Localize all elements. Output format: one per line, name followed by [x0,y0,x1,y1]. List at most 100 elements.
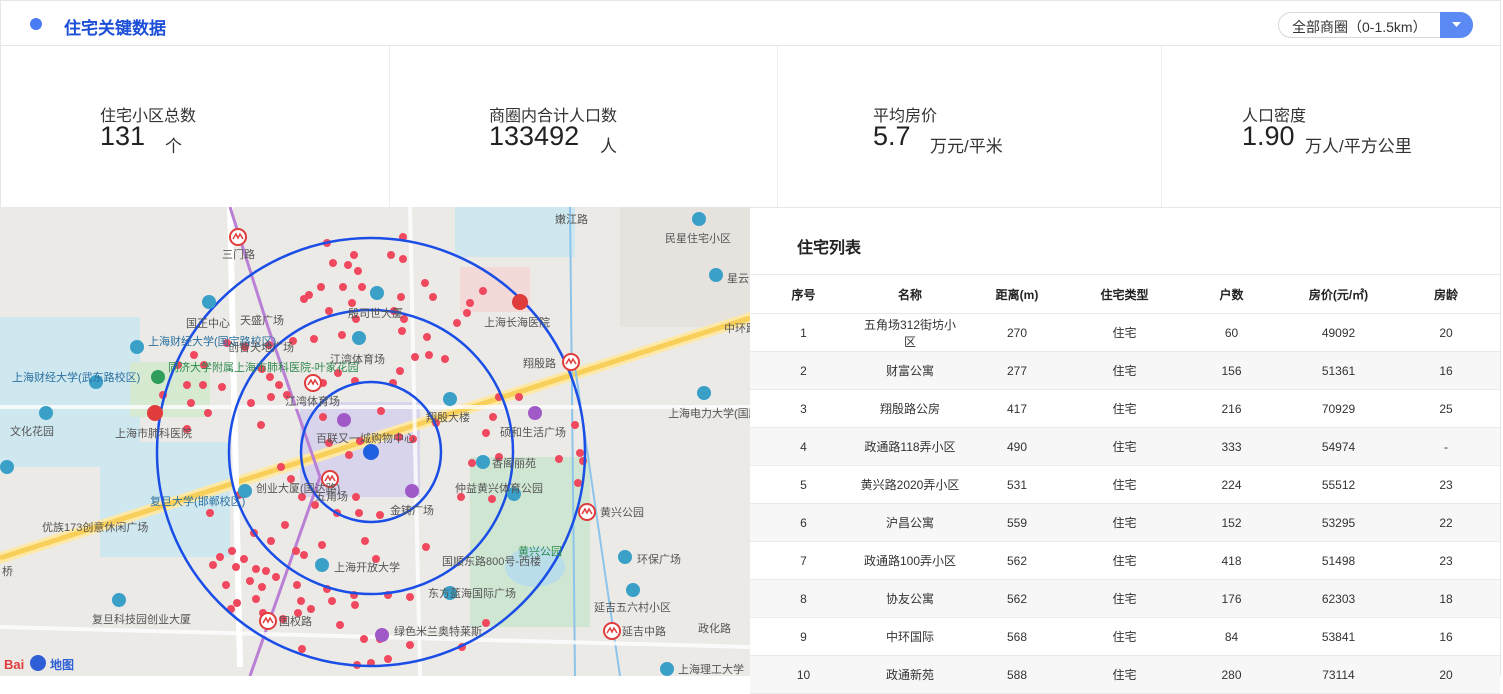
map-label: 香阁丽苑 [492,456,536,470]
housing-list-title: 住宅列表 [797,240,862,257]
cell-age: 16 [1392,617,1500,656]
building-icon [202,295,216,309]
cell-distance: 562 [963,541,1071,580]
table-row[interactable]: 1 五角场312街坊小区 270 住宅 60 49092 20 [750,313,1500,352]
map-label: 上海市肺科医院 [115,426,192,440]
dropdown-toggle-button[interactable] [1440,12,1473,38]
column-header-distance[interactable]: 距离(m) [963,274,1071,314]
cell-name: 财富公寓 [857,351,963,390]
stat-unit: 万人/平方公里 [1305,137,1412,156]
cell-index: 5 [750,465,857,504]
cell-index: 4 [750,427,857,466]
cell-households: 84 [1178,617,1285,656]
table-row[interactable]: 4 政通路118弄小区 490 住宅 333 54974 - [750,427,1500,466]
table-row[interactable]: 2 财富公寓 277 住宅 156 51361 16 [750,351,1500,390]
column-header-name[interactable]: 名称 [857,274,963,314]
cell-index: 9 [750,617,857,656]
map-label: 上海电力大学(国顺东路校区) [668,406,750,420]
map-label: 优族173创意休闲广场 [42,520,148,534]
table-header-row: 序号 名称 距离(m) 住宅类型 户数 房价(元/㎡) 房龄 [750,274,1500,314]
stat-unit: 万元/平米 [930,137,1003,156]
map-label: 延吉中路 [622,625,666,638]
education-icon [315,558,329,572]
table-row[interactable]: 10 政通新苑 588 住宅 280 73114 20 [750,655,1500,694]
cell-age: - [1392,427,1500,466]
building-icon [0,460,14,474]
cell-price: 73114 [1285,655,1392,694]
map-label: 绿色米兰奥特莱斯 [394,624,482,638]
cell-price: 55512 [1285,465,1392,504]
table-row[interactable]: 3 翔殷路公房 417 住宅 216 70929 25 [750,389,1500,428]
cell-index: 10 [750,655,857,694]
building-icon [709,268,723,282]
section-title: 住宅关键数据 [64,19,166,38]
metro-icon [229,228,247,246]
stadium-icon [352,331,366,345]
stat-value: 131 [100,121,146,151]
cell-age: 20 [1392,655,1500,694]
cell-age: 16 [1392,351,1500,390]
column-header-index[interactable]: 序号 [750,274,857,314]
table-row[interactable]: 7 政通路100弄小区 562 住宅 418 51498 23 [750,541,1500,580]
map-label: 复旦大学(邯郸校区) [150,494,245,508]
housing-table: 序号 名称 距离(m) 住宅类型 户数 房价(元/㎡) 房龄 1 五角场312街… [750,274,1500,694]
table-row[interactable]: 5 黄兴路2020弄小区 531 住宅 224 55512 23 [750,465,1500,504]
cell-price: 54974 [1285,427,1392,466]
cell-age: 20 [1392,313,1500,352]
cell-type: 住宅 [1071,427,1178,466]
map-label: 文化花园 [10,424,54,438]
map-label: 复旦科技园创业大厦 [92,612,191,626]
shopping-icon [337,413,351,427]
cell-age: 23 [1392,465,1500,504]
table-row[interactable]: 6 沪昌公寓 559 住宅 152 53295 22 [750,503,1500,542]
section-dot-icon [30,18,42,30]
column-header-households[interactable]: 户数 [1178,274,1285,314]
range-dropdown[interactable]: 全部商圈（0-1.5km） [1278,12,1473,38]
building-icon [112,593,126,607]
shopping-icon [375,628,389,642]
center-location-marker[interactable] [363,444,379,460]
building-icon [692,212,706,226]
cell-price: 51498 [1285,541,1392,580]
logo-text: Bai [4,657,24,672]
cell-name: 翔殷路公房 [857,389,963,428]
stat-unit: 人 [600,137,617,156]
cell-type: 住宅 [1071,617,1178,656]
cell-index: 6 [750,503,857,542]
table-row[interactable]: 9 中环国际 568 住宅 84 53841 16 [750,617,1500,656]
map-label: 上海财经大学(武东路校区) [12,370,140,384]
map-label: 创业大厦(国达路) [256,481,340,495]
map-view[interactable]: 三门路 嫩江路 民星住宅小区 星云 天盛广场 国正中心 上海财经大学(国定路校区… [0,207,750,676]
hospital-icon [512,294,528,310]
metro-icon [304,374,322,392]
map-label: 上海理工大学 [678,662,744,676]
cell-distance: 559 [963,503,1071,542]
cell-type: 住宅 [1071,541,1178,580]
map-label: 嫩江路 [555,212,588,226]
cell-type: 住宅 [1071,351,1178,390]
column-header-age[interactable]: 房龄 [1392,274,1500,314]
column-header-type[interactable]: 住宅类型 [1071,274,1178,314]
map-label: 创智天地广场 [228,340,294,354]
cell-index: 1 [750,313,857,352]
cell-households: 333 [1178,427,1285,466]
map-label: 星云 [727,272,749,285]
map-label: 延吉五六村小区 [594,600,671,614]
cell-name: 中环国际 [857,617,963,656]
table-row[interactable]: 8 协友公寓 562 住宅 176 62303 18 [750,579,1500,618]
cell-name: 政通路118弄小区 [857,427,963,466]
range-dropdown-value: 全部商圈（0-1.5km） [1292,19,1427,35]
column-header-price[interactable]: 房价(元/㎡) [1285,274,1392,314]
metro-icon [603,622,621,640]
park-icon [151,370,165,384]
metro-icon [578,503,596,521]
map-canvas[interactable]: 三门路 嫩江路 民星住宅小区 星云 天盛广场 国正中心 上海财经大学(国定路校区… [0,207,750,676]
cell-age: 25 [1392,389,1500,428]
metro-icon [259,612,277,630]
cell-type: 住宅 [1071,579,1178,618]
cell-name: 沪昌公寓 [857,503,963,542]
map-label: 中环路立 [724,321,750,335]
cell-distance: 562 [963,579,1071,618]
cell-type: 住宅 [1071,655,1178,694]
shopping-icon [528,406,542,420]
